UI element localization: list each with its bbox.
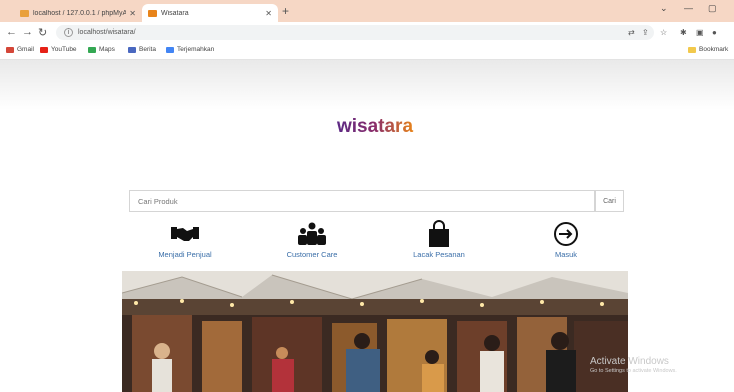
feature-menjadi-penjual[interactable]: Menjadi Penjual (130, 220, 240, 259)
tab-search-chevron-icon[interactable]: ⌄ (660, 3, 668, 14)
tab-close-icon[interactable]: ✕ (129, 9, 136, 18)
shopping-bag-icon (429, 220, 449, 247)
bookmark-label: Bookmark (699, 46, 729, 53)
tab-phpmyadmin[interactable]: localhost / 127.0.0.1 / phpMyAd ✕ (14, 4, 142, 22)
bookmark-berita[interactable]: Berita (128, 46, 156, 53)
tab-title: localhost / 127.0.0.1 / phpMyAd (33, 9, 127, 17)
side-panel-icon[interactable]: ▣ (696, 28, 704, 37)
bookmark-folder[interactable]: Bookmark (688, 46, 728, 53)
back-icon[interactable]: ← (6, 26, 17, 38)
bookmark-gmail[interactable]: Gmail (6, 46, 34, 53)
translate-page-icon[interactable]: ⇄ (628, 28, 635, 37)
bookmark-maps[interactable]: Maps (88, 46, 115, 53)
address-text: localhost/wisatara/ (78, 29, 136, 36)
feature-label: Lacak Pesanan (413, 250, 465, 259)
feature-label: Menjadi Penjual (158, 250, 212, 259)
bookmark-label: Berita (139, 46, 156, 53)
new-tab-icon[interactable]: + (282, 4, 289, 18)
watermark-subtitle: Go to Settings to activate Windows. (590, 368, 677, 374)
users-icon (298, 222, 326, 245)
feature-masuk[interactable]: Masuk (511, 220, 621, 259)
logo-text: wisatara (336, 116, 413, 137)
forward-icon[interactable]: → (22, 26, 33, 38)
feature-customer-care[interactable]: Customer Care (257, 220, 367, 259)
bookmark-star-icon[interactable]: ☆ (660, 28, 667, 37)
market-hero-image (122, 271, 628, 392)
bookmark-terjemahkan[interactable]: Terjemahkan (166, 46, 214, 53)
folder-icon (688, 46, 696, 53)
browser-tab-bar: localhost / 127.0.0.1 / phpMyAd ✕ Wisata… (0, 0, 734, 22)
product-search: Cari (129, 190, 624, 212)
feature-label: Customer Care (286, 250, 338, 259)
search-button[interactable]: Cari (595, 190, 624, 212)
bookmarks-bar: Gmail YouTube Maps Berita Terjemahkan Bo… (0, 43, 734, 60)
bookmark-label: YouTube (51, 46, 77, 53)
tab-close-icon[interactable]: ✕ (265, 9, 272, 18)
tab-title: Wisatara (161, 9, 189, 17)
sign-in-icon (554, 222, 578, 246)
bookmark-youtube[interactable]: YouTube (40, 46, 77, 53)
reload-icon[interactable]: ↻ (38, 26, 47, 39)
youtube-icon (40, 46, 48, 53)
address-bar[interactable]: i localhost/wisatara/ (56, 25, 654, 40)
maximize-icon[interactable]: ▢ (708, 3, 717, 14)
bookmark-label: Maps (99, 46, 115, 53)
windows-activation-watermark: Activate Windows Go to Settings to activ… (590, 356, 677, 374)
maps-icon (88, 46, 96, 53)
page-header-background (0, 60, 734, 110)
phpmyadmin-favicon-icon (20, 9, 29, 17)
gmail-icon (6, 46, 14, 53)
share-icon[interactable]: ⇪ (642, 28, 649, 37)
translate-icon (166, 46, 174, 53)
search-input[interactable] (129, 190, 595, 212)
news-icon (128, 46, 136, 53)
feature-lacak-pesanan[interactable]: Lacak Pesanan (384, 220, 494, 259)
site-info-icon[interactable]: i (64, 28, 73, 37)
bookmark-label: Gmail (17, 46, 34, 53)
wisatara-logo[interactable]: wisatara (320, 112, 430, 138)
extensions-icon[interactable]: ✱ (680, 28, 687, 37)
watermark-title: Activate Windows (590, 356, 669, 367)
tab-wisatara[interactable]: Wisatara ✕ (142, 4, 278, 22)
minimize-icon[interactable]: — (684, 3, 693, 13)
bookmark-label: Terjemahkan (177, 46, 215, 53)
feature-label: Masuk (554, 250, 578, 259)
wisatara-favicon-icon (148, 9, 157, 17)
browser-toolbar: ← → ↻ i localhost/wisatara/ ⇄ ⇪ ☆ ✱ ▣ ● (0, 22, 734, 43)
handshake-icon (171, 227, 199, 241)
profile-avatar-icon[interactable]: ● (712, 28, 717, 37)
